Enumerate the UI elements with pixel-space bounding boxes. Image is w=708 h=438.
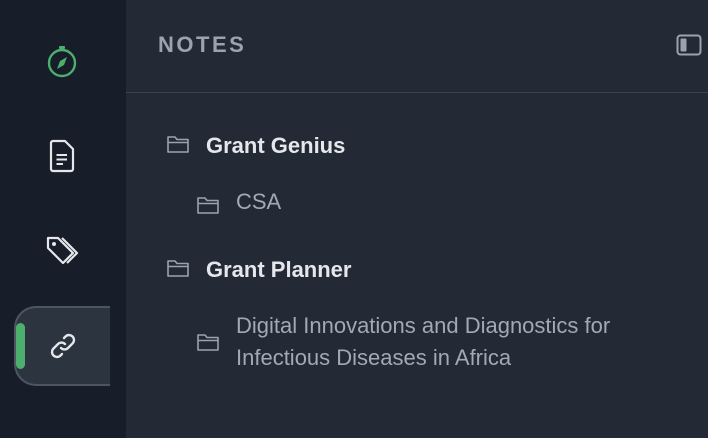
- tags-button[interactable]: [14, 211, 110, 291]
- active-indicator: [16, 323, 25, 369]
- sidebar-toggle-button[interactable]: [676, 33, 702, 57]
- folder-item-csa[interactable]: CSA: [196, 186, 281, 218]
- folder-label-line2: Infectious Diseases in Africa: [236, 345, 512, 370]
- folder-icon: [197, 334, 219, 351]
- folder-label: Digital Innovations and Diagnostics for …: [236, 310, 610, 374]
- panel-title: NOTES: [158, 32, 247, 57]
- links-button[interactable]: [14, 306, 110, 386]
- tags-icon: [46, 236, 79, 265]
- explore-button[interactable]: [14, 21, 110, 101]
- compass-icon: [47, 46, 77, 78]
- icon-rail: [0, 0, 126, 438]
- notes-button[interactable]: [14, 116, 110, 196]
- folder-label-line1: Digital Innovations and Diagnostics for: [236, 313, 611, 338]
- folder-label: CSA: [236, 189, 282, 214]
- folder-icon: [197, 197, 219, 214]
- notes-panel: NOTES Grant Genius CSA Grant Planner Dig…: [126, 0, 708, 438]
- notes-panel-header: NOTES: [126, 0, 708, 93]
- folder-icon: [167, 260, 189, 277]
- document-icon: [49, 139, 75, 173]
- folder-label: Grant Genius: [206, 133, 346, 158]
- folder-label: Grant Planner: [206, 257, 352, 282]
- folder-item-grant-planner[interactable]: Grant Planner: [166, 256, 351, 284]
- link-icon: [50, 333, 76, 359]
- folder-item-digital-innovations[interactable]: Digital Innovations and Diagnostics for …: [196, 310, 696, 374]
- app-window: NOTES Grant Genius CSA Grant Planner Dig…: [0, 0, 708, 438]
- folder-icon: [167, 136, 189, 153]
- folder-item-grant-genius[interactable]: Grant Genius: [166, 132, 345, 160]
- sidebar-toggle-icon: [676, 34, 702, 56]
